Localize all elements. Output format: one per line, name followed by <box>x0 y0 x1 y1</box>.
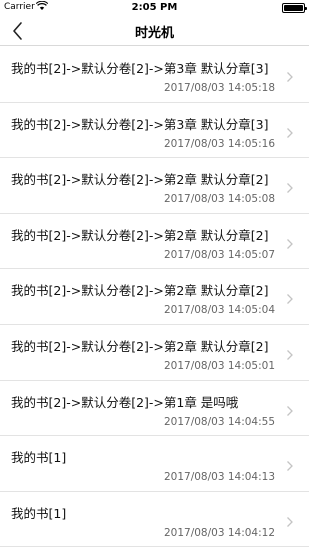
item-title: 我的书[1] <box>11 505 67 521</box>
chevron-right-icon <box>287 461 293 472</box>
status-bar: Carrier 2:05 PM <box>0 0 309 16</box>
item-timestamp: 2017/08/03 14:05:16 <box>163 137 275 150</box>
list-item[interactable]: 我的书[2]->默认分卷[2]->第2章 默认分章[2] 2017/08/03 1… <box>0 325 309 381</box>
chevron-right-icon <box>287 72 293 82</box>
list-item[interactable]: 我的书[2]->默认分卷[2]->第2章 默认分章[2] 2017/08/03 1… <box>0 214 309 270</box>
item-title: 我的书[1] <box>11 450 67 466</box>
chevron-right-icon <box>287 405 293 416</box>
item-title: 我的书[2]->默认分卷[2]->第3章 默认分章[3] <box>11 61 269 76</box>
chevron-right-icon <box>287 516 293 527</box>
chevron-right-icon <box>287 127 293 138</box>
item-title: 我的书[2]->默认分卷[2]->第2章 默认分章[2] <box>11 227 269 243</box>
list-item[interactable]: 我的书[2]->默认分卷[2]->第1章 是吗哦 2017/08/03 14:04… <box>0 381 309 437</box>
item-timestamp: 2017/08/03 14:05:07 <box>163 248 275 261</box>
history-list: 我的书[2]->默认分卷[2]->第3章 默认分章[3] 2017/08/03 1… <box>0 47 309 548</box>
item-title: 我的书[2]->默认分卷[2]->第2章 默认分章[2] <box>11 283 269 299</box>
list-item[interactable]: 我的书[2]->默认分卷[2]->第2章 默认分章[2] 2017/08/03 1… <box>0 158 309 214</box>
list-item[interactable]: 我的书[2]->默认分卷[2]->第3章 默认分章[3] 2017/08/03 1… <box>0 47 309 103</box>
chevron-right-icon <box>287 238 293 249</box>
item-title: 我的书[2]->默认分卷[2]->第1章 是吗哦 <box>11 394 239 410</box>
item-timestamp: 2017/08/03 14:04:55 <box>163 415 275 428</box>
nav-bar: 时光机 <box>0 16 309 46</box>
item-timestamp: 2017/08/03 14:05:04 <box>163 304 275 317</box>
item-timestamp: 2017/08/03 14:04:13 <box>163 471 275 484</box>
item-title: 我的书[2]->默认分卷[2]->第2章 默认分章[2] <box>11 338 269 354</box>
page-title: 时光机 <box>134 26 174 41</box>
list-item[interactable]: 我的书[2]->默认分卷[2]->第2章 默认分章[2] 2017/08/03 1… <box>0 269 309 325</box>
list-item[interactable]: 我的书[1] 2017/08/03 14:04:13 <box>0 436 309 492</box>
status-time: 2:05 PM <box>131 2 178 13</box>
battery-icon <box>282 3 307 13</box>
item-timestamp: 2017/08/03 14:04:12 <box>163 526 275 539</box>
item-timestamp: 2017/08/03 14:05:18 <box>163 82 275 94</box>
item-title: 我的书[2]->默认分卷[2]->第2章 默认分章[2] <box>11 172 269 188</box>
list-item[interactable]: 我的书[1] 2017/08/03 14:04:12 <box>0 492 309 548</box>
chevron-right-icon <box>287 294 293 305</box>
chevron-right-icon <box>287 350 293 360</box>
item-timestamp: 2017/08/03 14:05:01 <box>163 359 275 372</box>
item-title: 我的书[2]->默认分卷[2]->第3章 默认分章[3] <box>11 116 269 132</box>
list-item[interactable]: 我的书[2]->默认分卷[2]->第3章 默认分章[3] 2017/08/03 1… <box>0 103 309 159</box>
item-timestamp: 2017/08/03 14:05:08 <box>163 193 275 206</box>
chevron-right-icon <box>287 183 293 194</box>
